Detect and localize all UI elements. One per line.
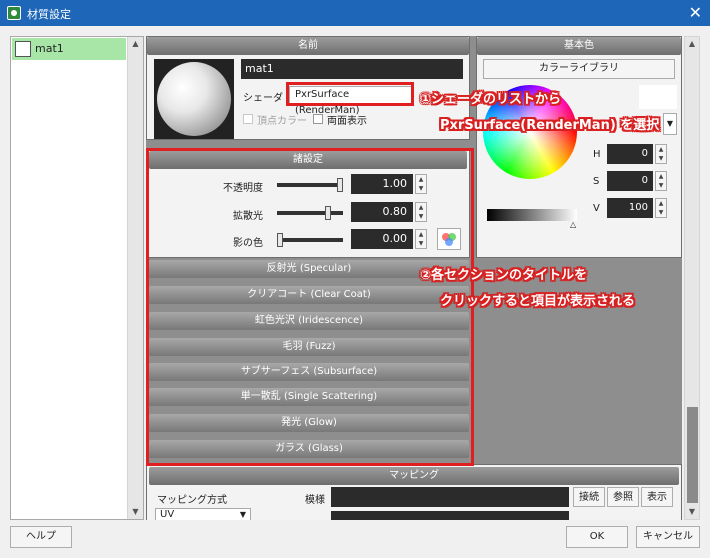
main-scrollbar[interactable]: ▲ ▼ <box>684 36 700 520</box>
annotation-1-line1: ①シェーダのリストから <box>420 92 562 107</box>
v-label: V <box>593 203 600 214</box>
mapping-method-value: UV <box>160 509 175 520</box>
window-title: 材質設定 <box>27 8 71 21</box>
s-label: S <box>593 176 600 187</box>
cancel-button[interactable]: キャンセル <box>636 526 700 548</box>
mapping-section-header[interactable]: マッピング <box>149 467 679 485</box>
dialog-body: mat1 ▲ ▼ 名前 mat1 シェーダ PxrSurface (Render… <box>0 26 710 558</box>
v-stepper[interactable]: ▲ ▼ <box>655 198 667 218</box>
show-button[interactable]: 表示 <box>641 487 673 507</box>
scroll-up-icon[interactable]: ▲ <box>128 37 143 51</box>
s-stepper[interactable]: ▲ ▼ <box>655 171 667 191</box>
material-label: mat1 <box>35 42 64 55</box>
double-sided-checkbox[interactable] <box>313 114 323 124</box>
color-library-button[interactable]: カラーライブラリ <box>483 59 675 79</box>
chevron-down-icon: ▼ <box>239 510 246 519</box>
shader-label: シェーダ <box>243 93 283 104</box>
h-value[interactable]: 0 <box>607 144 653 164</box>
pattern-label: 模様 <box>305 495 325 506</box>
mapping-panel: マッピング マッピング方式 UV ▼ 模様 接続 参照 表示 <box>146 464 682 520</box>
pattern-field[interactable] <box>331 487 569 507</box>
list-scrollbar[interactable]: ▲ ▼ <box>127 37 143 519</box>
double-sided-label: 両面表示 <box>327 116 367 127</box>
annotation-1-line2: PxrSurface(RenderMan) を選択 <box>440 118 660 133</box>
annotation-2-line2: クリックすると項目が表示される <box>440 294 636 309</box>
name-field[interactable]: mat1 <box>241 59 463 79</box>
highlight-sections <box>146 148 474 466</box>
help-button[interactable]: ヘルプ <box>10 526 72 548</box>
preview-sphere <box>157 62 231 136</box>
scroll-down-icon[interactable]: ▼ <box>685 505 699 519</box>
v-value[interactable]: 100 <box>607 198 653 218</box>
pattern-field-2[interactable] <box>331 511 569 520</box>
browse-button[interactable]: 参照 <box>607 487 639 507</box>
connect-button[interactable]: 接続 <box>573 487 605 507</box>
material-swatch <box>15 41 31 57</box>
brightness-gradient[interactable] <box>487 209 577 221</box>
name-section-header: 名前 <box>147 37 469 55</box>
annotation-2-line1: ②各セクションのタイトルを <box>420 268 588 283</box>
s-value[interactable]: 0 <box>607 171 653 191</box>
material-preview <box>154 59 234 139</box>
color-swatch <box>639 85 677 109</box>
chevron-down-icon[interactable]: ▼ <box>663 113 677 135</box>
h-label: H <box>593 149 601 160</box>
vertex-color-label: 頂点カラー <box>257 116 307 127</box>
mapping-method-label: マッピング方式 <box>157 495 227 506</box>
vertex-color-checkbox[interactable] <box>243 114 253 124</box>
base-color-header: 基本色 <box>477 37 681 55</box>
scroll-thumb[interactable] <box>687 407 698 503</box>
ok-button[interactable]: OK <box>566 526 628 548</box>
scroll-down-icon[interactable]: ▼ <box>128 505 143 519</box>
list-item[interactable]: mat1 <box>12 38 126 60</box>
mapping-method-select[interactable]: UV ▼ <box>155 508 251 520</box>
app-icon <box>7 6 21 20</box>
material-list[interactable]: mat1 ▲ ▼ <box>10 36 144 520</box>
scroll-up-icon[interactable]: ▲ <box>685 37 699 51</box>
brightness-marker-icon[interactable]: △ <box>570 220 576 229</box>
close-icon[interactable]: ✕ <box>689 3 702 22</box>
base-color-panel: 基本色 カラーライブラリ ▼ H 0 ▲ ▼ S 0 ▲ ▼ V 100 ▲ ▼ △ <box>476 36 682 258</box>
title-bar: 材質設定 ✕ <box>0 0 710 26</box>
highlight-shader <box>286 82 414 106</box>
h-stepper[interactable]: ▲ ▼ <box>655 144 667 164</box>
